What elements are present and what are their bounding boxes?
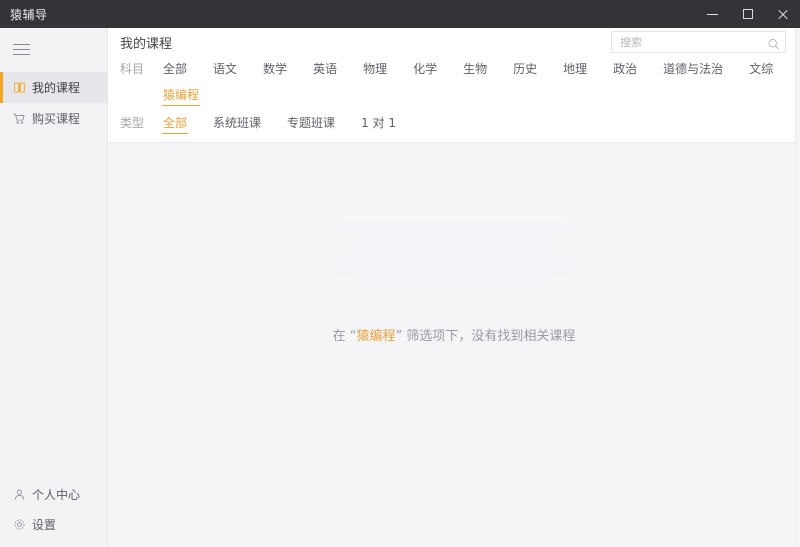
sidebar-item-buy-courses[interactable]: 购买课程: [0, 103, 107, 134]
filter-row-type: 类型 全部 系统班课 专题班课 1 对 1: [108, 110, 800, 136]
page-title: 我的课程: [120, 36, 173, 52]
search-box[interactable]: [611, 31, 786, 53]
subject-chip-yuan-coding[interactable]: 猿编程: [150, 82, 212, 108]
subject-chip-math[interactable]: 数学: [250, 56, 300, 82]
sidebar-item-label: 我的课程: [32, 81, 81, 95]
sidebar-item-label: 个人中心: [32, 487, 81, 502]
close-button[interactable]: [765, 0, 800, 28]
search-input[interactable]: [620, 35, 761, 49]
close-icon: [777, 9, 788, 20]
search-icon[interactable]: [767, 36, 780, 50]
empty-message-prefix: 在 “: [332, 329, 357, 344]
empty-state-message: 在 “猿编程” 筛选项下，没有找到相关课程: [333, 325, 576, 344]
scrollbar-track[interactable]: [796, 28, 800, 547]
maximize-button[interactable]: [730, 0, 765, 28]
hamburger-icon: [13, 40, 30, 59]
type-chip-list: 全部 系统班课 专题班课 1 对 1: [150, 110, 792, 136]
subject-chip-biology[interactable]: 生物: [450, 56, 500, 82]
type-chip-one-on-one[interactable]: 1 对 1: [348, 110, 409, 136]
course-list-area: 在 “猿编程” 筛选项下，没有找到相关课程: [108, 143, 800, 547]
application-window: 猿辅导 我的课程 购买课程 个人中心 设置 我的课程 搜索 科目 全部 语文 数…: [0, 0, 800, 547]
menu-toggle-button[interactable]: [0, 28, 107, 70]
sidebar-item-my-courses[interactable]: 我的课程: [0, 72, 107, 103]
filter-row-subject: 科目 全部 语文 数学 英语 物理 化学 生物 历史 地理 政治 道德与法治 文…: [108, 56, 800, 108]
window-controls: [695, 0, 800, 28]
sidebar-nav: 我的课程 购买课程: [0, 70, 107, 134]
book-icon: [12, 81, 26, 95]
subject-chip-physics[interactable]: 物理: [350, 56, 400, 82]
sidebar-bottom-nav: 个人中心 设置: [0, 479, 107, 547]
subject-chip-list: 全部 语文 数学 英语 物理 化学 生物 历史 地理 政治 道德与法治 文综 猿…: [150, 56, 792, 108]
cart-icon: [12, 112, 26, 126]
sidebar-item-profile[interactable]: 个人中心: [0, 479, 107, 509]
window-body: 我的课程 购买课程 个人中心 设置 我的课程 搜索 科目 全部 语文 数学 英语…: [0, 28, 800, 547]
filter-panel: 我的课程 科目: [108, 28, 800, 143]
subject-chip-politics[interactable]: 政治: [600, 56, 650, 82]
filter-label-type: 类型: [120, 116, 145, 130]
sidebar-item-settings[interactable]: 设置: [0, 509, 107, 539]
main-panel: 我的课程 科目: [108, 28, 800, 547]
type-chip-system-class[interactable]: 系统班课: [200, 110, 274, 136]
sidebar-item-label: 设置: [32, 517, 57, 532]
empty-message-suffix: ” 筛选项下，没有找到相关课程: [395, 329, 576, 344]
type-chip-all[interactable]: 全部: [150, 110, 200, 136]
maximize-icon: [742, 9, 753, 19]
subject-chip-chemistry[interactable]: 化学: [400, 56, 450, 82]
subject-chip-english[interactable]: 英语: [300, 56, 350, 82]
empty-state-illustration: [334, 215, 574, 297]
subject-chip-all[interactable]: 全部: [150, 56, 200, 82]
subject-chip-ethics-law[interactable]: 道德与法治: [650, 56, 736, 82]
app-title: 猿辅导: [10, 7, 48, 22]
type-chip-topic-class[interactable]: 专题班课: [274, 110, 348, 136]
sidebar: 我的课程 购买课程 个人中心 设置: [0, 28, 108, 547]
empty-message-highlight: 猿编程: [356, 329, 396, 344]
minimize-icon: [707, 13, 718, 15]
subject-chip-geography[interactable]: 地理: [550, 56, 600, 82]
title-bar: 猿辅导: [0, 0, 800, 28]
subject-chip-history[interactable]: 历史: [500, 56, 550, 82]
user-icon: [12, 487, 26, 501]
subject-chip-chinese[interactable]: 语文: [200, 56, 250, 82]
search-container: [611, 31, 786, 53]
subject-chip-liberal-arts[interactable]: 文综: [736, 56, 786, 82]
sidebar-item-label: 购买课程: [32, 112, 81, 126]
filter-label-subject: 科目: [120, 62, 145, 76]
page-header: 我的课程: [108, 28, 800, 56]
minimize-button[interactable]: [695, 0, 730, 28]
gear-icon: [12, 517, 26, 531]
